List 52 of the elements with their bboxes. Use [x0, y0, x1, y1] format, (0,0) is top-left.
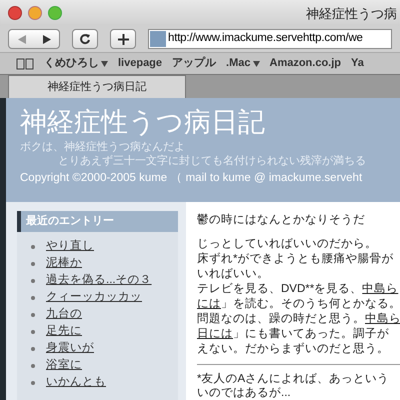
copyright-text: Copyright ©2000-2005 kume （ mail to kume @ imackume.serveht: [20, 171, 364, 186]
back-forward-control[interactable]: [8, 29, 60, 49]
entry-link[interactable]: 過去を偽る...その３: [46, 272, 152, 290]
bullet-icon: [31, 296, 35, 300]
bookmark-item[interactable]: Amazon.co.jp: [270, 55, 342, 72]
footnote-text: *友人のAさんによれば、あっという いのではあるが...: [197, 372, 390, 400]
entry-link[interactable]: クィーッカッカッ: [46, 288, 142, 306]
address-field[interactable]: http://www.imackume.servehttp.com/we: [148, 29, 392, 49]
entry-link[interactable]: いかんとも: [46, 374, 106, 392]
book-icon[interactable]: [16, 58, 34, 70]
minimize-icon[interactable]: [28, 6, 42, 20]
reload-button[interactable]: [72, 29, 98, 49]
sidebar-panel: 最近のエントリー やり直し 泥棒か 過去を偽る...その３ クィーッカッカッ 九台の 足先に 身震いが 浴室に いかんとも: [6, 202, 186, 400]
article-link[interactable]: 中島ら: [362, 283, 398, 296]
bullet-icon: [31, 380, 35, 384]
dropdown-caret-icon: [101, 60, 108, 66]
article-heading: 鬱の時にはなんとかなりそうだ: [197, 212, 366, 228]
bookmark-item[interactable]: Ya: [351, 55, 364, 72]
url-text: http://www.imackume.servehttp.com/we: [168, 31, 363, 46]
article-link[interactable]: には: [197, 298, 221, 310]
bookmark-item[interactable]: .Mac: [226, 55, 250, 72]
close-icon[interactable]: [8, 6, 22, 20]
browser-tab[interactable]: 神経症性うつ病日記: [8, 75, 186, 98]
bullet-icon: [31, 244, 35, 248]
dropdown-caret-icon: [252, 60, 260, 66]
plus-icon: [118, 34, 128, 44]
add-bookmark-button[interactable]: [110, 29, 136, 49]
bullet-icon: [31, 278, 35, 282]
entry-link[interactable]: 浴室に: [46, 356, 82, 374]
article-link[interactable]: 日には: [197, 328, 233, 340]
entry-link[interactable]: やり直し: [46, 238, 94, 256]
bookmark-item[interactable]: livepage: [118, 55, 162, 72]
entry-link[interactable]: 身震いが: [46, 340, 94, 358]
entry-link[interactable]: 九台の: [46, 306, 82, 324]
bullet-icon: [31, 312, 35, 316]
bullet-icon: [31, 330, 35, 334]
article-paragraph: じっとしていればいいのだから。 床ずれ*ができようとも腰痛や腸骨が いればいい。 テレビを見る、DVD**を見る、中島ら には」を読む。そのうち何とかなる。 問題なのは、躁の時だと思う。中島ら 日には」にも書いてあった。調子が えない。だからまずいのだと思う。: [197, 237, 400, 358]
entry-link[interactable]: 足先に: [46, 322, 82, 340]
bullet-icon: [31, 346, 35, 350]
site-title: 神経症性うつ病日記: [20, 106, 266, 139]
bookmark-item[interactable]: くめひろし: [44, 55, 99, 72]
entry-link[interactable]: 泥棒か: [46, 254, 82, 272]
forward-icon[interactable]: [42, 34, 50, 44]
article-link[interactable]: 中島ら: [365, 313, 400, 326]
reload-icon: [79, 33, 91, 45]
bookmark-item[interactable]: アップル: [172, 55, 216, 72]
site-tagline: ボクは、神経症性うつ病なんだよ とりあえず三十一文字に封じても名付けられない残滓が満ちる: [20, 140, 367, 168]
bullet-icon: [31, 262, 35, 266]
back-icon[interactable]: [18, 34, 26, 44]
site-favicon-icon: [150, 31, 166, 47]
window-title: 神経症性うつ病: [306, 5, 397, 23]
bullet-icon: [31, 364, 35, 368]
